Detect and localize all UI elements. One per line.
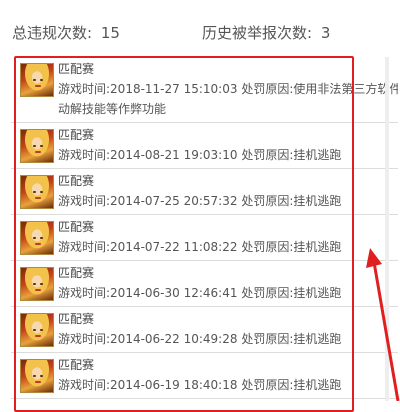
- record-time-label: 游戏时间:: [58, 378, 111, 392]
- record-reason-continued: 动解技能等作弊功能: [58, 102, 167, 116]
- record-row: 匹配赛游戏时间:2014-06-30 12:46:41 处罚原因:挂机逃跑: [11, 261, 398, 307]
- record-mode: 匹配赛: [58, 312, 95, 326]
- record-time-label: 游戏时间:: [58, 148, 111, 162]
- record-detail: 游戏时间:2014-07-25 20:57:32 处罚原因:挂机逃跑: [58, 192, 341, 209]
- record-time: 2014-06-22 10:49:28: [110, 332, 238, 346]
- record-reason-label: 处罚原因:: [241, 286, 294, 300]
- record-detail: 游戏时间:2014-06-30 12:46:41 处罚原因:挂机逃跑: [58, 284, 341, 301]
- record-detail: 游戏时间:2014-06-19 18:40:18 处罚原因:挂机逃跑: [58, 376, 341, 393]
- record-detail: 游戏时间:2014-06-22 10:49:28 处罚原因:挂机逃跑: [58, 330, 341, 347]
- record-reason: 使用非法第三方软件: [293, 82, 398, 96]
- record-reason: 挂机逃跑: [293, 378, 342, 392]
- violation-record-list[interactable]: 匹配赛 游戏时间:2018-11-27 15:10:03 处罚原因:使用非法第三方…: [11, 57, 398, 407]
- record-mode: 匹配赛: [58, 128, 95, 142]
- record-reason-label: 处罚原因:: [241, 148, 294, 162]
- record-row: 匹配赛游戏时间:2014-07-22 11:08:22 处罚原因:挂机逃跑: [11, 215, 398, 261]
- record-detail: 游戏时间:2018-11-27 15:10:03 处罚原因:使用非法第三方软件: [58, 80, 398, 97]
- record-mode: 匹配赛: [58, 266, 95, 280]
- record-detail: 游戏时间:2014-08-21 19:03:10 处罚原因:挂机逃跑: [58, 146, 341, 163]
- record-time: 2014-06-30 12:46:41: [110, 286, 238, 300]
- record-time: 2014-07-22 11:08:22: [110, 240, 238, 254]
- record-row: 匹配赛游戏时间:2014-07-25 20:57:32 处罚原因:挂机逃跑: [11, 169, 398, 215]
- record-row: 匹配赛游戏时间:2014-06-19 18:40:18 处罚原因:挂机逃跑: [11, 353, 398, 399]
- stats-bar: 总违规次数: 15 历史被举报次数: 3: [12, 20, 330, 44]
- record-mode: 匹配赛: [58, 62, 95, 76]
- record-time-label: 游戏时间:: [58, 286, 111, 300]
- record-reason-label: 处罚原因:: [241, 378, 294, 392]
- hero-avatar-icon: [20, 129, 54, 163]
- hero-avatar-icon: [20, 175, 54, 209]
- reported-value: 3: [320, 23, 331, 42]
- reported-label: 历史被举报次数:: [202, 23, 313, 42]
- record-reason: 挂机逃跑: [293, 332, 342, 346]
- record-reason-label: 处罚原因:: [241, 240, 294, 254]
- record-detail: 游戏时间:2014-07-22 11:08:22 处罚原因:挂机逃跑: [58, 238, 341, 255]
- record-time: 2014-07-25 20:57:32: [110, 194, 238, 208]
- record-row: 匹配赛游戏时间:2018-11-27 15:10:03 处罚原因:使用非法第三方…: [11, 57, 398, 123]
- record-reason-label: 处罚原因:: [241, 332, 294, 346]
- record-reason: 挂机逃跑: [293, 194, 342, 208]
- record-time-label: 游戏时间:: [58, 240, 111, 254]
- record-reason: 挂机逃跑: [293, 240, 342, 254]
- record-mode: 匹配赛: [58, 358, 95, 372]
- hero-avatar-icon: [20, 221, 54, 255]
- total-violations-label: 总违规次数:: [12, 23, 93, 42]
- total-violations-value: 15: [100, 23, 120, 42]
- record-time: 2014-06-19 18:40:18: [110, 378, 238, 392]
- reported-count: 历史被举报次数: 3: [202, 22, 330, 43]
- record-row: 匹配赛游戏时间:2014-06-22 10:49:28 处罚原因:挂机逃跑: [11, 307, 398, 353]
- total-violations: 总违规次数: 15: [12, 22, 202, 43]
- hero-avatar-icon: [20, 267, 54, 301]
- record-mode: 匹配赛: [58, 174, 95, 188]
- record-time-label: 游戏时间:: [58, 194, 111, 208]
- record-time: 2014-08-21 19:03:10: [110, 148, 238, 162]
- hero-avatar-icon: [20, 313, 54, 347]
- scrollbar[interactable]: [385, 57, 389, 401]
- hero-avatar-icon: [20, 63, 54, 97]
- record-time-label: 游戏时间:: [58, 332, 111, 346]
- record-row: 匹配赛游戏时间:2014-08-21 19:03:10 处罚原因:挂机逃跑: [11, 123, 398, 169]
- record-reason-label: 处罚原因:: [241, 194, 294, 208]
- record-time-label: 游戏时间:: [58, 82, 111, 96]
- record-reason-label: 处罚原因:: [241, 82, 294, 96]
- record-reason: 挂机逃跑: [293, 286, 342, 300]
- record-time: 2018-11-27 15:10:03: [110, 82, 238, 96]
- record-mode: 匹配赛: [58, 220, 95, 234]
- hero-avatar-icon: [20, 359, 54, 393]
- record-reason: 挂机逃跑: [293, 148, 342, 162]
